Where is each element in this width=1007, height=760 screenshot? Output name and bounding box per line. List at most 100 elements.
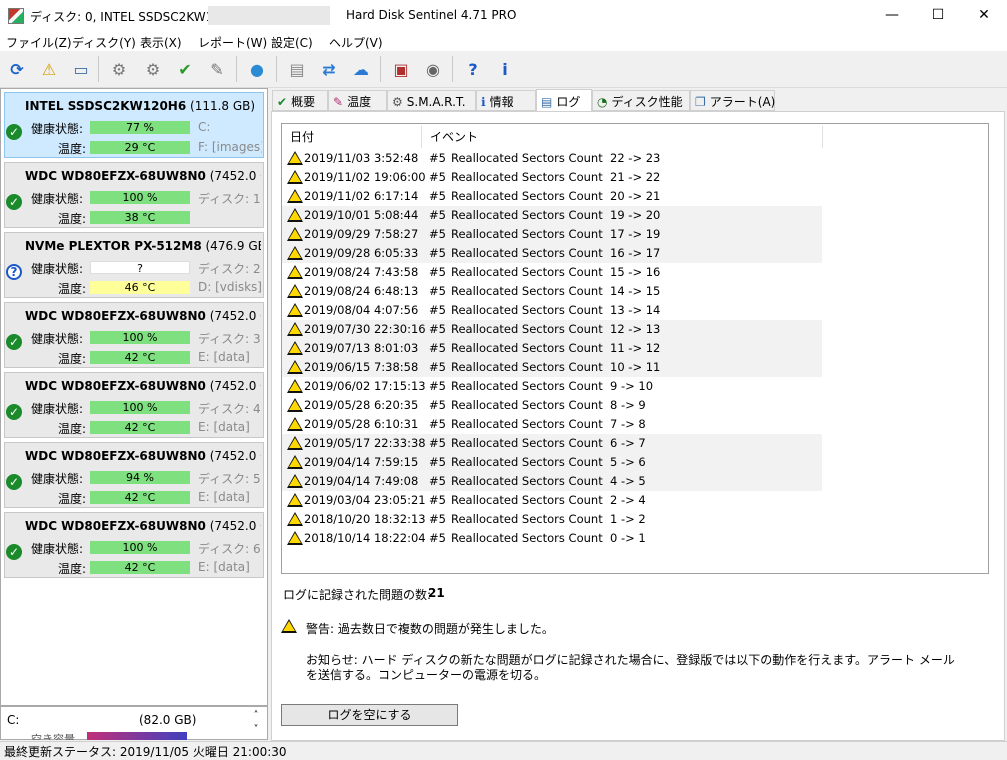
log-row[interactable]: 2019/09/29 7:58:27 #5 Reallocated Sectors … <box>282 225 822 244</box>
log-row[interactable]: 2019/11/03 3:52:48 #5 Reallocated Sectors … <box>282 149 822 168</box>
log-event: Reallocated Sectors Count 9 -> 10 <box>451 379 654 393</box>
volume-scroll-icon[interactable]: ˄ ˅ <box>246 709 266 739</box>
notice-text: お知らせ: ハード ディスクの新たな問題がログに記録された場合に、登録版では以下… <box>306 653 955 682</box>
log-event: Reallocated Sectors Count 21 -> 22 <box>451 170 661 184</box>
log-row[interactable]: 2019/04/14 7:59:15 #5 Reallocated Sectors … <box>282 453 822 472</box>
warning-icon <box>287 493 303 507</box>
menu-report[interactable]: レポート(W) <box>198 34 267 51</box>
log-date: 2019/06/02 17:15:13 <box>304 379 426 393</box>
globe-button[interactable]: ● <box>244 56 270 82</box>
log-row[interactable]: 2019/08/24 6:48:13 #5 Reallocated Sectors … <box>282 282 822 301</box>
log-attribute-id: #5 <box>429 512 446 526</box>
tab-performance[interactable]: ◔ ディスク性能 <box>592 90 690 111</box>
menu-view[interactable]: 表示(X) <box>140 34 182 51</box>
log-row[interactable]: 2019/03/04 23:05:21 #5 Reallocated Sectors… <box>282 491 822 510</box>
network-icon: ☁ <box>353 59 369 79</box>
tab-label: ディスク性能 <box>611 95 683 109</box>
minimize-button[interactable]: — <box>869 0 915 31</box>
disk-item[interactable]: WDC WD80EFZX-68UW8N0 (7452.0 GB)✓健康状態:94… <box>4 442 264 508</box>
disk-title: WDC WD80EFZX-68UW8N0 (7452.0 GB) <box>25 449 261 463</box>
monitor-button[interactable]: ▣ <box>388 56 414 82</box>
log-row[interactable]: 2018/10/20 18:32:13 #5 Reallocated Sectors… <box>282 510 822 529</box>
disk-test-2-button[interactable]: ⚙ <box>140 56 166 82</box>
status-ok-icon: ✓ <box>6 124 22 140</box>
network-button[interactable]: ☁ <box>348 56 374 82</box>
log-row[interactable]: 2019/08/24 7:43:58 #5 Reallocated Sectors … <box>282 263 822 282</box>
disk-button[interactable]: ▭ <box>68 56 94 82</box>
log-row[interactable]: 2019/09/28 6:05:33 #5 Reallocated Sectors … <box>282 244 822 263</box>
log-attribute-id: #5 <box>429 436 446 450</box>
log-date: 2019/11/02 6:17:14 <box>304 189 419 203</box>
disk-title: NVMe PLEXTOR PX-512M8 (476.9 GB) <box>25 239 261 253</box>
status-ok-icon: ✓ <box>6 544 22 560</box>
log-row[interactable]: 2019/05/17 22:33:38 #5 Reallocated Sectors… <box>282 434 822 453</box>
disk-tools-button[interactable]: ✎ <box>204 56 230 82</box>
disk-item[interactable]: WDC WD80EFZX-68UW8N0 (7452.0 GB)✓健康状態:10… <box>4 372 264 438</box>
disk-check-button[interactable]: ✔ <box>172 56 198 82</box>
disk-title: INTEL SSDSC2KW120H6 (111.8 GB) <box>25 99 261 113</box>
sync-button[interactable]: ⇄ <box>316 56 342 82</box>
log-date: 2019/09/28 6:05:33 <box>304 246 419 260</box>
log-row[interactable]: 2018/10/14 18:22:04 #5 Reallocated Sectors… <box>282 529 822 548</box>
log-row[interactable]: 2019/07/13 8:01:03 #5 Reallocated Sectors … <box>282 339 822 358</box>
report-button[interactable]: ▤ <box>284 56 310 82</box>
column-header-date[interactable]: 日付 <box>290 124 314 150</box>
toolbar-separator <box>276 56 277 82</box>
clear-log-button[interactable]: ログを空にする <box>281 704 458 726</box>
health-label: 健康状態: <box>31 332 84 346</box>
menu-help[interactable]: ヘルプ(V) <box>329 34 383 51</box>
menu-disk[interactable]: ディスク(Y) <box>72 34 136 51</box>
log-row[interactable]: 2019/07/30 22:30:16 #5 Reallocated Sectors… <box>282 320 822 339</box>
log-row[interactable]: 2019/05/28 6:10:31 #5 Reallocated Sectors … <box>282 415 822 434</box>
log-attribute-id: #5 <box>429 360 446 374</box>
disk-item[interactable]: INTEL SSDSC2KW120H6 (111.8 GB) ✓ 健康状態: 77 %… <box>4 92 264 158</box>
disk-item[interactable]: NVMe PLEXTOR PX-512M8 (476.9 GB)? 健康状態:? デ… <box>4 232 264 298</box>
log-row[interactable]: 2019/10/01 5:08:44 #5 Reallocated Sectors … <box>282 206 822 225</box>
log-event: Reallocated Sectors Count 7 -> 8 <box>451 417 646 431</box>
disk-item[interactable]: WDC WD80EFZX-68UW8N0 (7452.0 GB)✓健康状態:10… <box>4 512 264 578</box>
health-bar: 100 % <box>90 541 190 554</box>
menu-settings[interactable]: 設定(C) <box>271 34 313 51</box>
tab-check[interactable]: ✔ 概要 <box>272 90 328 111</box>
temperature-label: 温度: <box>58 282 87 296</box>
tab-smart[interactable]: ⚙ S.M.A.R.T. <box>387 90 476 111</box>
close-button[interactable]: ✕ <box>961 0 1007 31</box>
disk-test-button[interactable]: ⚙ <box>106 56 132 82</box>
log-row[interactable]: 2019/04/14 7:49:08 #5 Reallocated Sectors … <box>282 472 822 491</box>
refresh-button[interactable]: ⟳ <box>4 56 30 82</box>
warning-icon <box>287 322 303 336</box>
log-row[interactable]: 2019/05/28 6:20:35 #5 Reallocated Sectors … <box>282 396 822 415</box>
refresh-icon: ⟳ <box>10 59 24 79</box>
log-event: Reallocated Sectors Count 8 -> 9 <box>451 398 646 412</box>
log-attribute-id: #5 <box>429 455 446 469</box>
toolbar-separator <box>452 56 453 82</box>
menu-file[interactable]: ファイル(Z) <box>6 34 72 51</box>
tab-alert-doc[interactable]: ❐ アラート(A) <box>690 90 775 111</box>
maximize-button[interactable]: ☐ <box>915 0 961 31</box>
log-event: Reallocated Sectors Count 17 -> 19 <box>451 227 661 241</box>
temperature-label: 温度: <box>58 422 87 436</box>
warning-icon <box>287 341 303 355</box>
info-button[interactable]: i <box>492 56 518 82</box>
disk-item[interactable]: WDC WD80EFZX-68UW8N0 (7452.0 GB)✓健康状態:10… <box>4 302 264 368</box>
disk-item[interactable]: WDC WD80EFZX-68UW8N0 (7452.0 GB)✓健康状態:10… <box>4 162 264 228</box>
log-row[interactable]: 2019/06/02 17:15:13 #5 Reallocated Sectors… <box>282 377 822 396</box>
log-row[interactable]: 2019/11/02 19:06:00 #5 Reallocated Sectors… <box>282 168 822 187</box>
log-row[interactable]: 2019/08/04 4:07:56 #5 Reallocated Sectors … <box>282 301 822 320</box>
tab-thermometer[interactable]: ✎ 温度 <box>328 90 387 111</box>
redacted-area <box>208 6 330 25</box>
column-header-event[interactable]: イベント <box>430 124 478 150</box>
toolbar-separator <box>98 56 99 82</box>
volume-panel[interactable]: C: (82.0 GB) 空き容量 ˄ ˅ <box>0 706 268 740</box>
disk-size: (7452.0 GB) <box>209 169 261 183</box>
alert-button[interactable]: ⚠ <box>36 56 62 82</box>
tab-info[interactable]: ℹ 情報 <box>476 90 536 111</box>
log-row[interactable]: 2019/11/02 6:17:14 #5 Reallocated Sectors … <box>282 187 822 206</box>
tab-log[interactable]: ▤ ログ <box>536 89 592 112</box>
log-attribute-id: #5 <box>429 246 446 260</box>
log-date: 2019/03/04 23:05:21 <box>304 493 426 507</box>
sound-button[interactable]: ◉ <box>420 56 446 82</box>
help-button[interactable]: ? <box>460 56 486 82</box>
log-row[interactable]: 2019/06/15 7:38:58 #5 Reallocated Sectors … <box>282 358 822 377</box>
temperature-bar: 38 °C <box>90 211 190 224</box>
